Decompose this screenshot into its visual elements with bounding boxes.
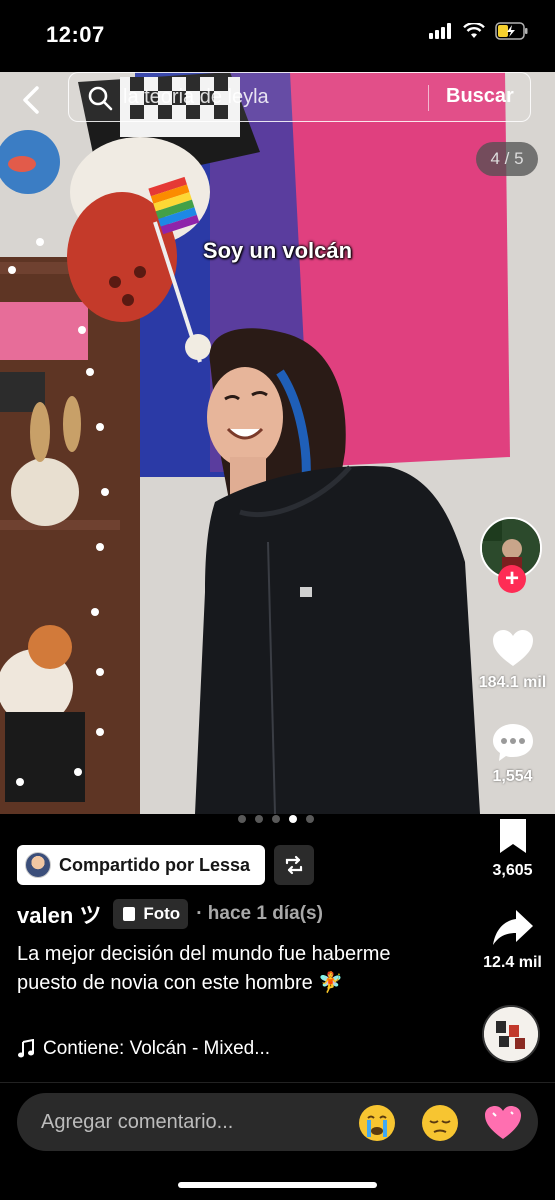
back-icon[interactable] bbox=[18, 84, 46, 116]
repost-icon bbox=[285, 855, 303, 875]
carousel-dot[interactable] bbox=[238, 815, 246, 823]
sound-label: Contiene: Volcán - Mixed... bbox=[43, 1038, 271, 1059]
comment-icon bbox=[492, 724, 533, 761]
post-time: · hace 1 día(s) bbox=[196, 903, 323, 924]
like-count: 184.1 mil bbox=[478, 674, 547, 691]
music-note-icon bbox=[18, 1039, 34, 1058]
sound-disc-art bbox=[484, 1007, 538, 1061]
comment-placeholder: Agregar comentario... bbox=[41, 1111, 234, 1133]
shared-by-chip[interactable]: Compartido por Lessa bbox=[17, 845, 265, 885]
comment-count: 1,554 bbox=[492, 768, 533, 785]
signal-icon bbox=[429, 23, 451, 39]
like-action[interactable]: 184.1 mil bbox=[470, 628, 555, 692]
post-description: La mejor decisión del mundo fue haberme … bbox=[17, 943, 391, 994]
crying-emoji-icon[interactable] bbox=[357, 1103, 397, 1143]
carousel-dot[interactable] bbox=[306, 815, 314, 823]
post-type-label: Foto bbox=[143, 904, 181, 923]
author-name[interactable]: valen ツ bbox=[17, 898, 101, 930]
share-action[interactable]: 12.4 mil bbox=[470, 908, 555, 972]
action-rail: + 184.1 mil 1,554 3,605 12.4 mil bbox=[470, 0, 555, 1200]
search-icon bbox=[88, 86, 113, 111]
share-count: 12.4 mil bbox=[483, 954, 542, 971]
sound-row[interactable]: Contiene: Volcán - Mixed... bbox=[17, 1038, 270, 1060]
share-icon bbox=[492, 910, 533, 945]
post-type-badge: Foto bbox=[113, 899, 189, 929]
search-divider bbox=[428, 85, 429, 111]
search-input[interactable]: la teoria de leyla Buscar bbox=[68, 72, 531, 122]
author-row: valen ツ Foto · hace 1 día(s) bbox=[17, 898, 323, 930]
photo-icon bbox=[123, 907, 136, 921]
home-indicator bbox=[178, 1182, 377, 1188]
shared-by-label: Compartido por Lessa bbox=[59, 854, 251, 875]
follow-button[interactable]: + bbox=[498, 565, 526, 593]
comment-input[interactable]: Agregar comentario... bbox=[17, 1093, 538, 1151]
carousel-dot[interactable] bbox=[272, 815, 280, 823]
carousel-dot[interactable] bbox=[255, 815, 263, 823]
sharer-avatar bbox=[25, 852, 51, 878]
comment-action[interactable]: 1,554 bbox=[470, 722, 555, 786]
status-time: 12:07 bbox=[46, 22, 105, 47]
pensive-emoji-icon[interactable] bbox=[420, 1103, 460, 1143]
sound-disc[interactable] bbox=[482, 1005, 540, 1063]
search-query: la teoria de leyla bbox=[123, 86, 269, 108]
carousel-dot-active[interactable] bbox=[289, 815, 297, 823]
repost-button[interactable] bbox=[274, 845, 314, 885]
save-count: 3,605 bbox=[492, 862, 533, 879]
carousel-dots bbox=[238, 815, 314, 823]
heart-icon bbox=[492, 630, 533, 666]
bookmark-icon bbox=[499, 819, 526, 853]
save-action[interactable]: 3,605 bbox=[470, 816, 555, 880]
